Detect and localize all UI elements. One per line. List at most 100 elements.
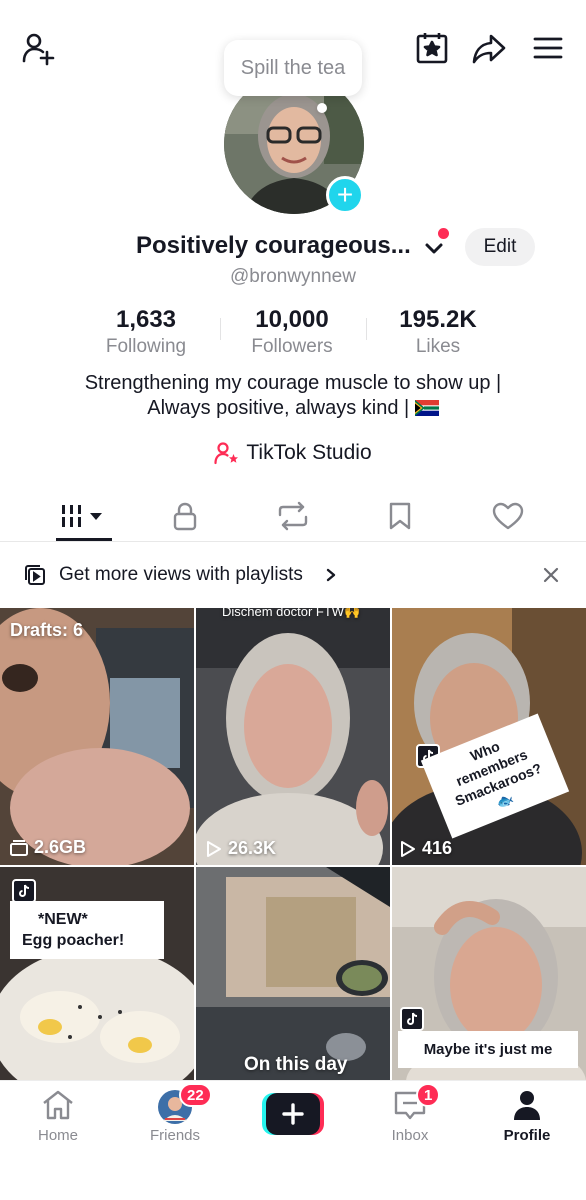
repost-icon <box>278 501 308 531</box>
video-tile[interactable]: *NEW* Egg poacher! <box>0 867 194 1080</box>
drafts-count-label: Drafts: 6 <box>10 620 83 641</box>
add-story-button[interactable]: + <box>326 176 364 214</box>
stat-divider <box>220 318 221 340</box>
nav-home[interactable]: Home <box>8 1089 108 1153</box>
playlist-icon <box>25 565 45 585</box>
stat-label: Following <box>105 336 187 357</box>
chevron-down-icon[interactable] <box>422 236 446 260</box>
tiktok-logo-icon <box>400 1007 424 1031</box>
display-name[interactable]: Positively courageous... <box>136 232 411 260</box>
hamburger-menu-icon <box>533 37 563 59</box>
nav-home-label: Home <box>37 1127 78 1144</box>
video-stat: 416 <box>400 838 452 859</box>
stat-label: Likes <box>415 336 461 357</box>
video-tile[interactable]: Dischem doctor FTW🙌 26.3K <box>196 608 390 865</box>
video-caption-card: Maybe it's just me <box>398 1031 578 1068</box>
drafts-icon <box>10 839 28 856</box>
video-thumbnail <box>196 867 390 1080</box>
video-overlay-caption: On this day <box>244 1054 347 1076</box>
play-icon <box>401 840 415 857</box>
nav-friends-label: Friends <box>149 1127 201 1144</box>
chevron-right-icon <box>326 568 336 582</box>
username: @bronwynnew <box>230 266 356 287</box>
video-tile[interactable]: Maybe it's just me <box>392 867 586 1080</box>
promo-text: Get more views with playlists <box>59 564 303 585</box>
friends-notification-badge: 22 <box>179 1083 212 1107</box>
share-arrow-icon <box>472 34 506 64</box>
profile-icon <box>514 1091 540 1120</box>
drafts-count-text: Drafts: 6 <box>10 620 84 640</box>
content-tabs <box>0 490 586 542</box>
stat-divider <box>366 318 367 340</box>
playlist-promo-banner[interactable]: Get more views with playlists <box>0 552 586 598</box>
caption-text: Maybe it's just me <box>423 1041 553 1058</box>
grid-icon <box>60 505 102 527</box>
video-stat-value: 416 <box>422 838 453 858</box>
south-africa-flag-icon <box>414 400 439 416</box>
video-stat-value: 2.6GB <box>34 837 87 857</box>
video-tile[interactable]: On this day <box>196 867 390 1080</box>
stat-followers[interactable]: 10,000 Followers <box>222 306 362 358</box>
tab-liked[interactable] <box>452 490 564 542</box>
tab-videos[interactable] <box>28 490 140 542</box>
add-friend-button[interactable] <box>16 26 60 70</box>
active-tab-indicator <box>56 538 112 541</box>
video-grid: Drafts: 6 2.6GB Dischem doctor FTW🙌 26.3… <box>0 608 586 1080</box>
caption-text: On this day <box>244 1054 348 1075</box>
caption-text-line-1: *NEW* <box>38 911 88 928</box>
studio-label: TikTok Studio <box>246 441 372 464</box>
caption-text: Who remembers Smackaroos? 🐟 <box>452 737 544 812</box>
stat-label: Followers <box>251 336 333 357</box>
video-thumbnail <box>0 608 194 865</box>
lock-icon <box>173 502 197 531</box>
profile-stats: 1,633 Following 10,000 Followers 195.2K … <box>0 306 586 358</box>
status-note-bubble[interactable]: Spill the tea <box>224 40 362 96</box>
stat-value: 1,633 <box>115 306 177 333</box>
video-thumbnail <box>196 608 390 865</box>
bottom-navigation: Home Friends 22 Inbox 1 Profile <box>0 1080 586 1200</box>
tab-favorites[interactable] <box>344 490 456 542</box>
video-tile-drafts[interactable]: Drafts: 6 2.6GB <box>0 608 194 865</box>
add-user-icon <box>22 33 55 66</box>
nav-inbox[interactable]: Inbox 1 <box>360 1083 460 1153</box>
bio-line-1: Strengthening my courage muscle to show … <box>84 372 502 394</box>
video-overlay-caption: Dischem doctor FTW🙌 <box>222 608 360 620</box>
calendar-star-icon <box>416 33 448 64</box>
tiktok-studio-link[interactable]: TikTok Studio <box>0 441 586 465</box>
share-profile-button[interactable] <box>467 26 511 70</box>
bookmark-icon <box>389 502 411 530</box>
edit-profile-button[interactable]: Edit <box>465 228 535 266</box>
play-icon <box>207 840 221 857</box>
bio-line-2-wrap: Always positive, always kind | <box>0 396 586 421</box>
status-note-text: Spill the tea <box>240 56 346 79</box>
account-notification-dot <box>438 228 449 239</box>
stat-following[interactable]: 1,633 Following <box>76 306 216 358</box>
nav-inbox-label: Inbox <box>391 1127 429 1144</box>
stat-likes[interactable]: 195.2K Likes <box>368 306 508 358</box>
studio-user-star-icon <box>214 442 239 465</box>
create-plus-icon <box>262 1093 324 1135</box>
bio-line-2: Always positive, always kind | <box>147 397 410 419</box>
name-row: Positively courageous... Edit <box>0 228 586 268</box>
video-stat: 26.3K <box>206 838 276 859</box>
home-icon <box>43 1090 73 1120</box>
stat-value: 10,000 <box>255 306 329 333</box>
tab-reposts[interactable] <box>237 490 349 542</box>
video-caption-card: *NEW* Egg poacher! <box>10 901 164 959</box>
video-stat-value: 26.3K <box>228 838 277 858</box>
stat-value: 195.2K <box>399 306 477 333</box>
video-tile[interactable]: Who remembers Smackaroos? 🐟 416 <box>392 608 586 865</box>
close-icon[interactable] <box>543 567 559 583</box>
menu-button[interactable] <box>526 26 570 70</box>
nav-profile[interactable]: Profile <box>477 1089 577 1153</box>
video-stat: 2.6GB <box>10 837 86 858</box>
inbox-notification-badge: 1 <box>416 1083 441 1107</box>
nav-friends[interactable]: Friends 22 <box>125 1083 225 1153</box>
heart-icon <box>492 502 524 530</box>
bubble-tail <box>317 103 327 113</box>
profile-bio: Strengthening my courage muscle to show … <box>0 371 586 421</box>
create-button[interactable] <box>262 1093 324 1135</box>
tab-private[interactable] <box>129 490 241 542</box>
calendar-button[interactable] <box>410 26 454 70</box>
caption-text-line-2: Egg poacher! <box>22 932 125 949</box>
